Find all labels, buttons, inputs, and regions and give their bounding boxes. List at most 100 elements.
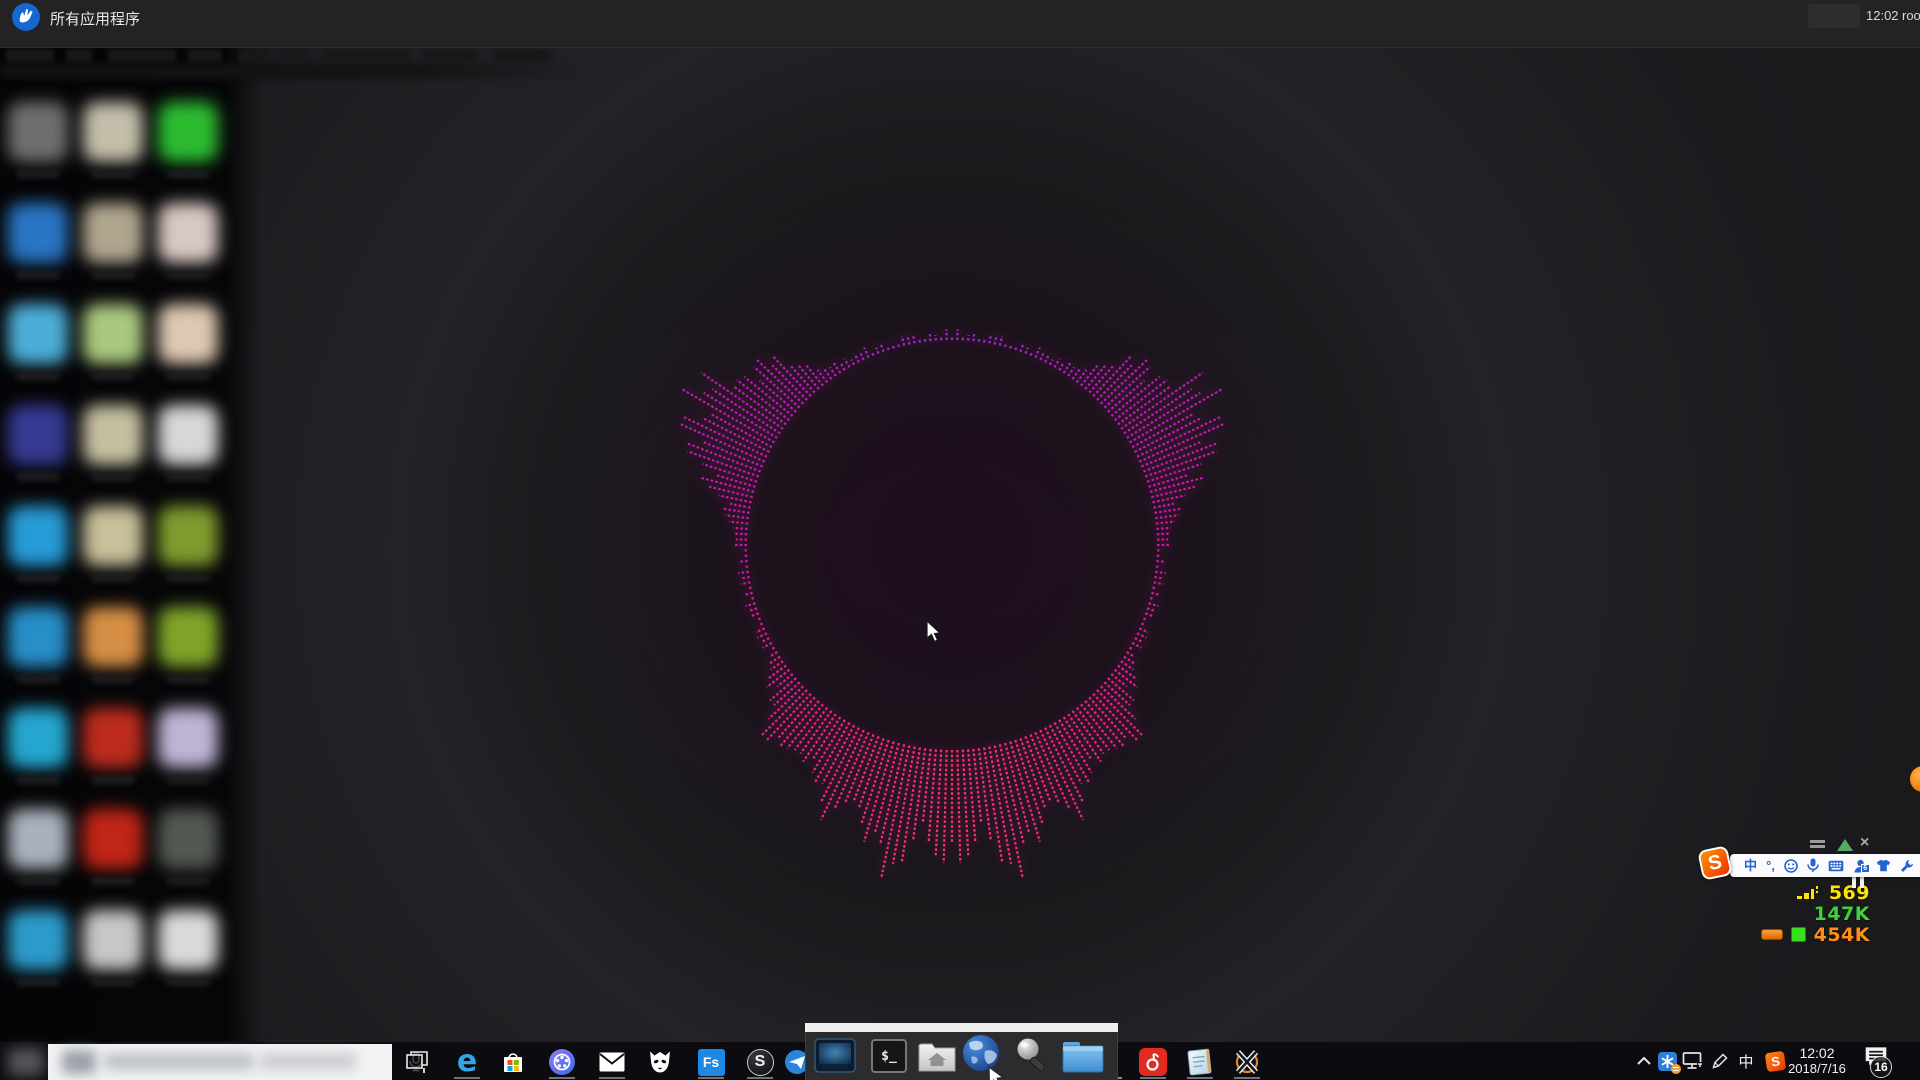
sogou-window-controls: × bbox=[1810, 838, 1880, 853]
movies-app-icon[interactable] bbox=[547, 1047, 577, 1077]
top-menubar: 所有应用程序 12:02 root bbox=[0, 0, 1920, 48]
sidebar-app-icon[interactable] bbox=[6, 405, 70, 497]
sidebar-app-icon[interactable] bbox=[156, 607, 220, 699]
ms-store-icon[interactable] bbox=[498, 1047, 528, 1077]
sogou-tray-icon[interactable]: S bbox=[1763, 1049, 1787, 1073]
sidebar-app-icon[interactable] bbox=[81, 102, 145, 194]
sidebar-app-icon[interactable] bbox=[81, 809, 145, 901]
signal-level-icon bbox=[1797, 885, 1821, 900]
tray-expand-chevron[interactable] bbox=[1632, 1049, 1656, 1073]
topbar-username: root bbox=[1902, 8, 1920, 23]
sidebar-app-icon[interactable] bbox=[156, 809, 220, 901]
os-logo-icon[interactable] bbox=[12, 3, 40, 31]
notification-count-badge: 16 bbox=[1870, 1056, 1892, 1078]
sidebar-app-icon[interactable] bbox=[156, 405, 220, 497]
punctuation-toggle[interactable]: °, bbox=[1766, 859, 1775, 872]
pen-tray-icon[interactable] bbox=[1708, 1049, 1732, 1073]
blurred-category-row bbox=[0, 49, 600, 79]
taskbar-clock[interactable]: 12:02 2018/7/16 bbox=[1786, 1045, 1848, 1076]
skin-icon[interactable] bbox=[1876, 859, 1891, 872]
netease-music-icon[interactable] bbox=[1138, 1047, 1168, 1077]
home-folder-icon[interactable] bbox=[914, 1034, 960, 1078]
show-desktop-icon[interactable] bbox=[812, 1034, 858, 1078]
menu-icon[interactable] bbox=[1810, 840, 1825, 843]
task-view-button[interactable] bbox=[402, 1047, 432, 1077]
faststone-icon[interactable]: Fs bbox=[696, 1047, 726, 1077]
sidebar-app-icon[interactable] bbox=[6, 304, 70, 396]
terminal-icon[interactable]: $_ bbox=[866, 1034, 912, 1078]
floating-ball[interactable] bbox=[1910, 766, 1920, 792]
sidebar-app-icon[interactable] bbox=[156, 304, 220, 396]
settings-wrench-icon[interactable] bbox=[1900, 859, 1914, 873]
ime-mode-toggle[interactable]: 中 bbox=[1744, 859, 1757, 872]
sidebar-app-icon[interactable] bbox=[6, 809, 70, 901]
emoji-icon[interactable] bbox=[1784, 859, 1798, 873]
upload-swatch bbox=[1761, 929, 1783, 940]
sidebar-app-icon[interactable] bbox=[81, 203, 145, 295]
taskbar-search[interactable] bbox=[48, 1044, 392, 1080]
tray-app-icon[interactable] bbox=[1655, 1049, 1679, 1073]
close-icon[interactable]: × bbox=[1860, 834, 1869, 852]
sidebar-app-icon[interactable] bbox=[81, 304, 145, 396]
soft-keyboard-icon[interactable] bbox=[1828, 860, 1844, 872]
expand-icon[interactable] bbox=[1837, 839, 1853, 851]
sidebar-app-icon[interactable] bbox=[6, 910, 70, 1002]
account-icon[interactable]: 6 bbox=[1854, 859, 1867, 873]
sidebar-app-icon[interactable] bbox=[6, 203, 70, 295]
pointer-on-globe bbox=[989, 1067, 1003, 1080]
netspeed-widget: 569 147K 454K bbox=[1700, 882, 1870, 945]
desktop: 所有应用程序 12:02 root × S 中 °, bbox=[0, 0, 1920, 1080]
web-browser-icon[interactable] bbox=[963, 1034, 1009, 1078]
account-badge: 6 bbox=[1861, 864, 1870, 873]
running-indicator bbox=[1140, 1077, 1166, 1079]
voice-input-icon[interactable] bbox=[1807, 858, 1819, 873]
dock-panel: $_ bbox=[805, 1032, 1118, 1080]
start-button[interactable] bbox=[8, 1048, 44, 1076]
sogou-logo[interactable]: S bbox=[1697, 845, 1733, 881]
running-indicator bbox=[1187, 1077, 1213, 1079]
sogou-input-toolbar: 中 °, 6 bbox=[1730, 854, 1920, 877]
mouse-cursor bbox=[925, 620, 945, 644]
running-indicator bbox=[698, 1077, 724, 1079]
sidebar-app-icon[interactable] bbox=[81, 506, 145, 598]
sidebar-app-icon[interactable] bbox=[6, 506, 70, 598]
netspeed-value: 147K bbox=[1814, 903, 1870, 925]
edge-browser-icon[interactable]: e bbox=[452, 1047, 482, 1077]
search-tool-icon[interactable] bbox=[1010, 1034, 1056, 1078]
sidebar-app-icon[interactable] bbox=[81, 405, 145, 497]
visualizer-glow bbox=[402, 65, 1502, 1025]
download-swatch bbox=[1791, 927, 1806, 942]
running-indicator bbox=[747, 1077, 773, 1079]
sidebar-app-icon[interactable] bbox=[81, 708, 145, 800]
sidebar-app-icon[interactable] bbox=[6, 102, 70, 194]
running-indicator bbox=[454, 1077, 480, 1079]
netspeed-row: 569 bbox=[1700, 882, 1870, 903]
all-applications-label[interactable]: 所有应用程序 bbox=[50, 8, 140, 29]
running-indicator bbox=[549, 1077, 575, 1079]
dock-titlebar[interactable] bbox=[805, 1023, 1118, 1032]
notepad-icon[interactable] bbox=[1185, 1047, 1215, 1077]
sidebar-app-icon[interactable] bbox=[156, 102, 220, 194]
pause-icon bbox=[1852, 876, 1868, 888]
foobar2000-icon[interactable] bbox=[645, 1047, 675, 1077]
netspeed-row: 147K bbox=[1700, 903, 1870, 924]
sidebar-app-icon[interactable] bbox=[156, 506, 220, 598]
sidebar-app-icon[interactable] bbox=[6, 607, 70, 699]
sidebar-app-icon[interactable] bbox=[81, 910, 145, 1002]
xorg-icon[interactable] bbox=[1232, 1047, 1262, 1077]
sidebar-app-icon[interactable] bbox=[156, 203, 220, 295]
topbar-clock: 12:02 bbox=[1866, 8, 1899, 23]
file-manager-icon[interactable] bbox=[1060, 1034, 1106, 1078]
sidebar-app-icon[interactable] bbox=[6, 708, 70, 800]
running-indicator bbox=[1234, 1077, 1260, 1079]
network-tray-icon[interactable] bbox=[1681, 1049, 1705, 1073]
s-browser-icon[interactable]: S bbox=[745, 1047, 775, 1077]
sidebar-app-icon[interactable] bbox=[156, 708, 220, 800]
running-indicator bbox=[599, 1077, 625, 1079]
ime-indicator[interactable]: 中 bbox=[1734, 1049, 1758, 1073]
sidebar-app-icon[interactable] bbox=[81, 607, 145, 699]
netspeed-value: 454K bbox=[1814, 924, 1870, 946]
mail-app-icon[interactable] bbox=[597, 1047, 627, 1077]
blurred-region bbox=[1808, 4, 1860, 28]
sidebar-app-icon[interactable] bbox=[156, 910, 220, 1002]
